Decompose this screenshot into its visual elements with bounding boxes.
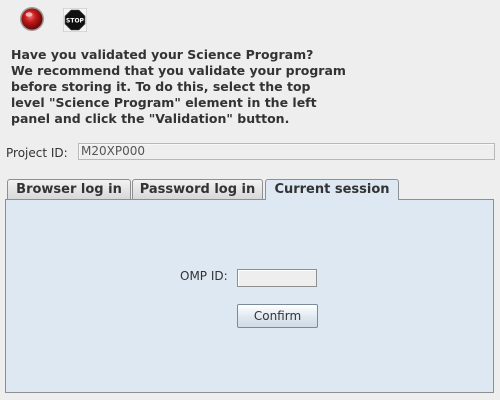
- message-line: We recommend that you validate your prog…: [11, 63, 346, 78]
- tab-password-log-in[interactable]: Password log in: [132, 179, 263, 199]
- message-line: panel and click the "Validation" button.: [11, 111, 290, 126]
- current-session-panel: [5, 199, 494, 393]
- message-line: level "Science Program" element in the l…: [11, 95, 317, 110]
- project-id-label: Project ID:: [6, 146, 68, 160]
- tab-browser-log-in[interactable]: Browser log in: [7, 179, 131, 199]
- validation-message: Have you validated your Science Program?…: [11, 47, 491, 127]
- tab-current-session[interactable]: Current session: [265, 179, 399, 200]
- message-line: before storing it. To do this, select th…: [11, 79, 311, 94]
- project-id-field[interactable]: M20XP000: [78, 143, 495, 160]
- red-ball-icon[interactable]: [19, 6, 45, 32]
- omp-id-input[interactable]: [237, 269, 317, 287]
- stop-sign-text: STOP: [66, 18, 85, 25]
- stop-sign-icon[interactable]: STOP: [63, 8, 87, 32]
- confirm-button[interactable]: Confirm: [237, 304, 318, 328]
- omp-id-label: OMP ID:: [180, 269, 228, 283]
- message-line: Have you validated your Science Program?: [11, 47, 314, 62]
